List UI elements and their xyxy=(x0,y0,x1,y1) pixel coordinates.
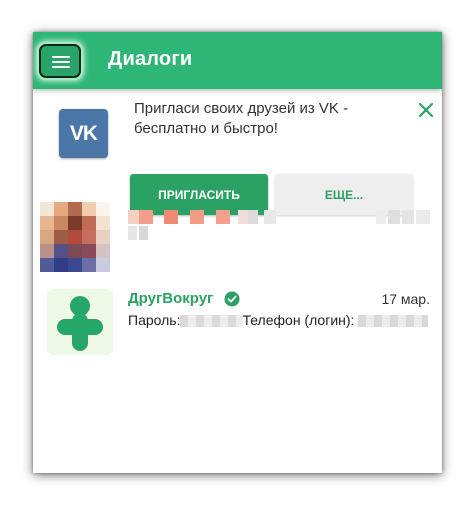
app-toolbar: Диалоги xyxy=(33,32,442,89)
avatar xyxy=(40,202,110,272)
avatar xyxy=(47,289,113,355)
dialog-name: ДругВокруг xyxy=(128,290,214,307)
preview-phone-label: Телефон (логин): xyxy=(242,312,355,328)
page-title: Диалоги xyxy=(108,48,193,70)
app-window: Диалоги VK Пригласи своих друзей из VK -… xyxy=(33,32,442,473)
dialog-row[interactable]: ДругВокруг 17 мар. Пароль: Телефон (логин… xyxy=(33,283,442,367)
invite-message: Пригласи своих друзей из VK - бесплатно … xyxy=(134,100,349,137)
vk-logo-text: VK xyxy=(69,122,98,145)
vk-logo-icon: VK xyxy=(59,109,108,158)
dialog-preview: Пароль: Телефон (логин): xyxy=(128,312,433,330)
close-icon[interactable] xyxy=(417,101,435,119)
dialog-row[interactable] xyxy=(33,199,442,283)
preview-password-label: Пароль: xyxy=(128,312,181,328)
drugvokrug-logo-icon xyxy=(57,296,103,351)
hamburger-menu-icon[interactable] xyxy=(39,44,81,78)
censored-text xyxy=(358,315,429,328)
dialog-date: 17 мар. xyxy=(381,291,430,307)
verified-check-icon xyxy=(224,291,240,307)
censored-text xyxy=(180,315,243,328)
